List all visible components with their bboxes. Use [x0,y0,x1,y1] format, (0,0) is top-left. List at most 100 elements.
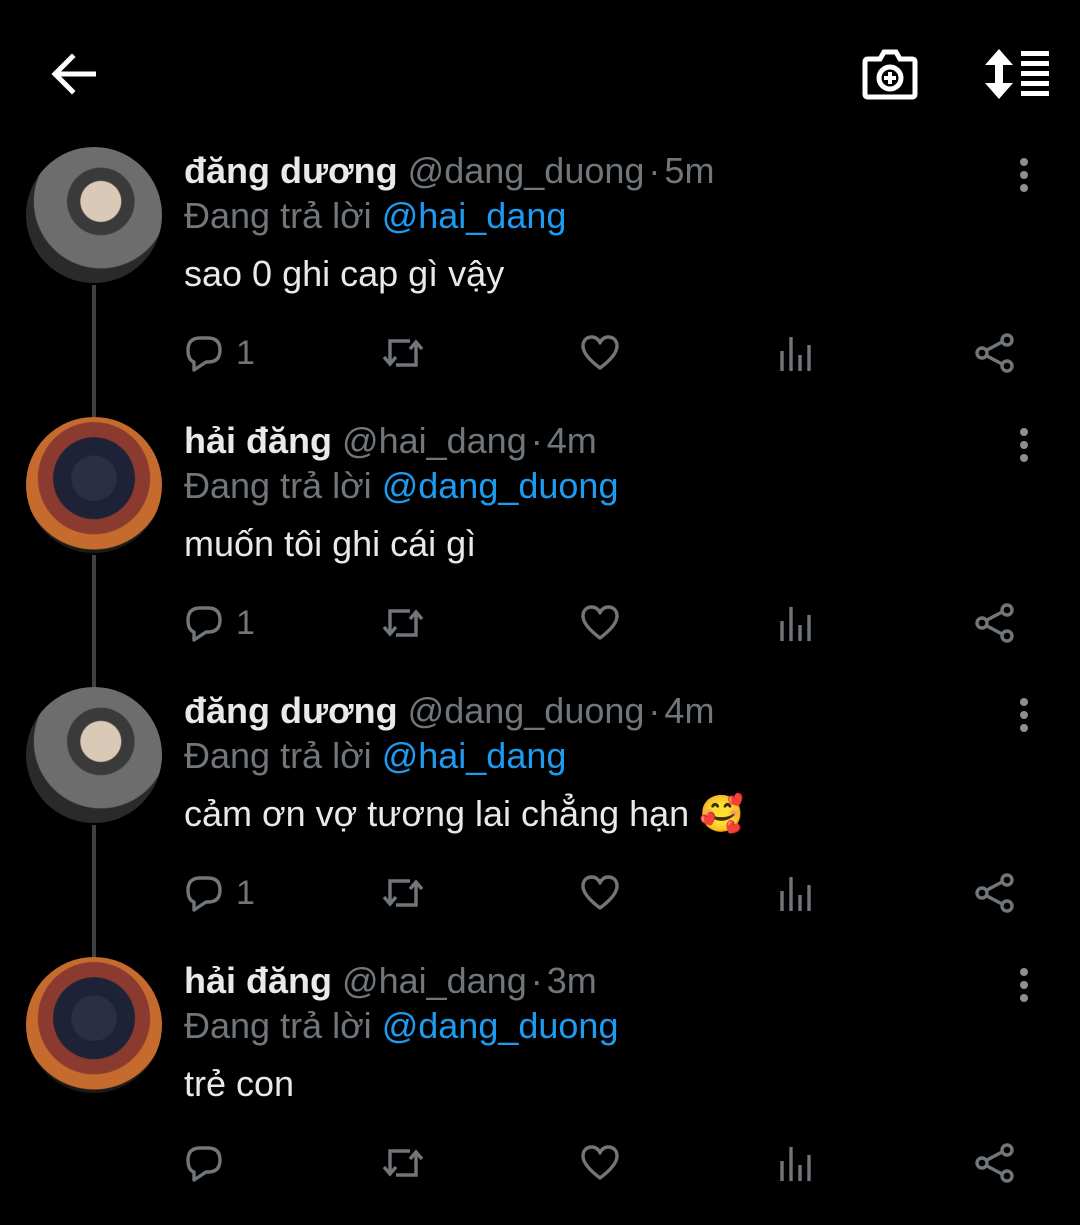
reply-icon [186,876,222,912]
user-handle[interactable]: @dang_duong [408,690,645,731]
tweet-actions: 1 [184,871,1034,915]
mention-link[interactable]: @hai_dang [382,195,567,236]
share-icon [975,603,1014,643]
heart-icon [581,335,619,370]
timestamp: 3m [546,960,597,1001]
reply-count: 1 [236,603,255,642]
share-button[interactable] [974,331,1016,375]
reply-button[interactable]: 1 [184,871,255,915]
stats-button[interactable] [778,331,814,375]
replying-prefix: Đang trả lời [184,465,372,506]
replying-prefix: Đang trả lời [184,735,372,776]
reply-button[interactable] [184,1141,236,1185]
display-name[interactable]: đăng dương [184,690,398,731]
retweet-button[interactable] [380,601,426,645]
like-button[interactable] [580,871,620,915]
stats-button[interactable] [778,601,814,645]
replying-to: Đang trả lời @hai_dang [184,195,566,237]
reply-icon [186,606,222,642]
tweet[interactable]: đăng dương @dang_duong · 5m Đang trả lời @… [0,145,1080,417]
analytics-icon [780,607,811,641]
share-icon [975,1143,1014,1183]
avatar[interactable] [26,687,162,823]
tweet-actions [184,1141,1034,1185]
share-icon [975,873,1014,913]
tweet-header: đăng dương @dang_duong · 4m [184,689,714,733]
mention-link[interactable]: @hai_dang [382,735,567,776]
share-button[interactable] [974,1141,1016,1185]
heart-icon [581,875,619,910]
back-button[interactable] [45,48,101,100]
camera-button[interactable] [858,44,922,104]
reply-icon [186,1146,222,1182]
avatar[interactable] [26,957,162,1093]
more-vertical-icon [1020,158,1028,192]
user-handle[interactable]: @hai_dang [342,420,527,461]
retweet-icon [382,609,424,637]
retweet-button[interactable] [380,871,426,915]
retweet-button[interactable] [380,331,426,375]
share-icon [975,333,1014,373]
tweet[interactable]: hải đăng @hai_dang · 4m Đang trả lời @dang… [0,415,1080,687]
user-handle[interactable]: @dang_duong [408,150,645,191]
replying-to: Đang trả lời @hai_dang [184,735,566,777]
share-button[interactable] [974,601,1016,645]
more-vertical-icon [1020,698,1028,732]
reply-button[interactable]: 1 [184,601,255,645]
reply-count: 1 [236,873,255,912]
tweet-header: hải đăng @hai_dang · 3m [184,959,597,1003]
analytics-icon [780,877,811,911]
stats-button[interactable] [778,871,814,915]
replying-prefix: Đang trả lời [184,195,372,236]
display-name[interactable]: hải đăng [184,420,332,461]
retweet-icon [382,879,424,907]
mention-link[interactable]: @dang_duong [382,465,619,506]
thread-line [92,285,96,417]
tweet-actions: 1 [184,601,1034,645]
retweet-icon [382,339,424,367]
thread-line [92,825,96,957]
thread-line [92,555,96,687]
tweet-text: sao 0 ghi cap gì vậy [184,253,505,294]
more-vertical-icon [1020,428,1028,462]
more-button[interactable] [1006,963,1042,1007]
reply-button[interactable]: 1 [184,331,255,375]
tweet-header: hải đăng @hai_dang · 4m [184,419,597,463]
tweet[interactable]: hải đăng @hai_dang · 3m Đang trả lời @dang… [0,955,1080,1225]
analytics-icon [780,337,811,371]
display-name[interactable]: đăng dương [184,150,398,191]
separator: · [648,150,661,191]
mention-link[interactable]: @dang_duong [382,1005,619,1046]
timestamp: 4m [664,690,715,731]
back-arrow-icon [51,53,96,95]
analytics-icon [780,1147,811,1181]
stats-button[interactable] [778,1141,814,1185]
tweet-text: trẻ con [184,1063,295,1104]
separator: · [530,960,543,1001]
replying-to: Đang trả lời @dang_duong [184,465,618,507]
user-handle[interactable]: @hai_dang [342,960,527,1001]
sort-icon [985,49,1049,99]
retweet-icon [382,1149,424,1177]
like-button[interactable] [580,601,620,645]
more-button[interactable] [1006,693,1042,737]
separator: · [648,690,661,731]
sort-button[interactable] [980,44,1054,104]
tweet[interactable]: đăng dương @dang_duong · 4m Đang trả lời @… [0,685,1080,957]
camera-add-icon [862,49,918,100]
more-button[interactable] [1006,423,1042,467]
more-button[interactable] [1006,153,1042,197]
like-button[interactable] [580,1141,620,1185]
replying-prefix: Đang trả lời [184,1005,372,1046]
heart-icon [581,605,619,640]
display-name[interactable]: hải đăng [184,960,332,1001]
tweet-header: đăng dương @dang_duong · 5m [184,149,714,193]
retweet-button[interactable] [380,1141,426,1185]
avatar[interactable] [26,417,162,553]
share-button[interactable] [974,871,1016,915]
tweet-text: cảm ơn vợ tương lai chẳng hạn 🥰 [184,793,745,834]
tweet-text: muốn tôi ghi cái gì [184,523,477,564]
reply-count: 1 [236,333,255,372]
like-button[interactable] [580,331,620,375]
avatar[interactable] [26,147,162,283]
